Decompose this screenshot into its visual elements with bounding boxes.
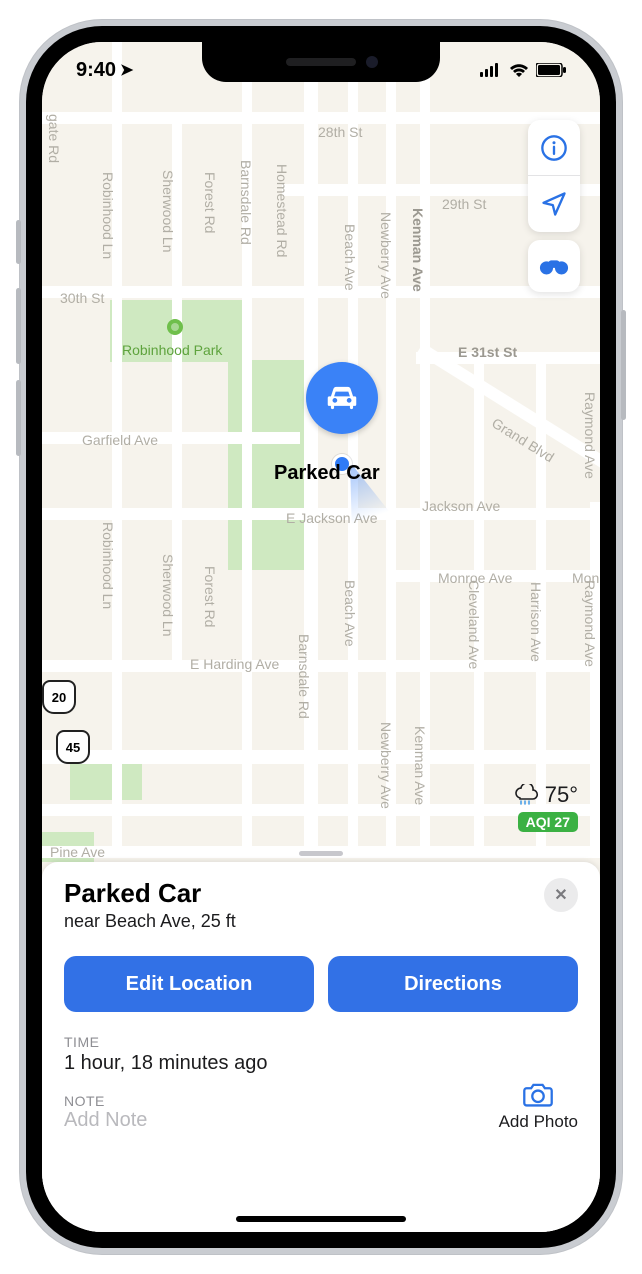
wifi-icon	[508, 62, 530, 78]
status-time: 9:40	[76, 59, 116, 82]
time-label: TIME	[64, 1034, 267, 1050]
sheet-title: Parked Car	[64, 878, 236, 909]
road	[42, 660, 600, 672]
add-photo-label: Add Photo	[499, 1112, 578, 1131]
notch	[202, 42, 440, 82]
map-tools	[528, 120, 580, 232]
street-label: Newberry Ave	[378, 722, 394, 809]
road	[304, 42, 318, 852]
street-label: Jackson Ave	[422, 498, 500, 514]
street-label: Pine Ave	[50, 844, 105, 860]
time-value: 1 hour, 18 minutes ago	[64, 1052, 267, 1075]
binoculars-icon	[539, 255, 569, 277]
street-label: 29th St	[442, 196, 486, 212]
location-services-icon: ➤	[120, 60, 133, 80]
street-label: gate Rd	[46, 114, 62, 163]
street-label: E Harding Ave	[190, 656, 279, 672]
street-label: 28th St	[318, 124, 362, 140]
street-label: Sherwood Ln	[160, 170, 176, 253]
location-arrow-icon	[540, 190, 568, 218]
street-label: Barnsdale Rd	[238, 160, 254, 245]
park-area	[70, 762, 142, 800]
street-label: Robinhood Ln	[100, 172, 116, 259]
route-shield: 45	[56, 730, 90, 764]
weather-temp: 75°	[545, 782, 578, 808]
street-label: Raymond Ave	[582, 580, 598, 667]
road	[42, 750, 600, 764]
phone-frame: 9:40 ➤	[20, 20, 622, 1254]
info-button[interactable]	[528, 120, 580, 176]
close-button[interactable]: ✕	[544, 878, 578, 912]
tree-icon	[166, 318, 184, 336]
road	[590, 502, 600, 852]
locate-me-button[interactable]	[528, 176, 580, 232]
parked-car-marker[interactable]	[306, 362, 378, 434]
street-label: E 31st St	[458, 344, 517, 360]
sheet-grabber[interactable]	[299, 851, 343, 856]
volume-down	[16, 380, 21, 456]
power-button	[621, 310, 626, 420]
street-label: Robinhood Ln	[100, 522, 116, 609]
park-label: Robinhood Park	[122, 342, 222, 358]
street-label: Forest Rd	[202, 566, 218, 627]
street-label: Homestead Rd	[274, 164, 290, 257]
info-icon	[540, 134, 568, 162]
screen: 9:40 ➤	[42, 42, 600, 1232]
street-label: Forest Rd	[202, 172, 218, 233]
street-label: Raymond Ave	[582, 392, 598, 479]
home-indicator[interactable]	[236, 1216, 406, 1222]
close-icon: ✕	[554, 885, 567, 905]
road	[348, 42, 358, 852]
front-camera	[366, 56, 378, 68]
street-label: Kenman Ave	[412, 726, 428, 805]
cloud-rain-icon	[513, 784, 539, 806]
add-note-field[interactable]: Add Note	[64, 1109, 267, 1132]
marker-label: Parked Car	[274, 462, 380, 485]
aqi-badge: AQI 27	[518, 812, 578, 832]
street-label: Beach Ave	[342, 224, 358, 291]
sheet-subtitle: near Beach Ave, 25 ft	[64, 911, 236, 932]
weather-widget[interactable]: 75° AQI 27	[513, 782, 578, 832]
street-label: Harrison Ave	[528, 582, 544, 662]
route-shield: 20	[42, 680, 76, 714]
look-around-button[interactable]	[528, 240, 580, 292]
directions-button[interactable]: Directions	[328, 956, 578, 1012]
bottom-sheet[interactable]: Parked Car near Beach Ave, 25 ft ✕ Edit …	[42, 862, 600, 1232]
street-label: Beach Ave	[342, 580, 358, 647]
camera-icon	[522, 1080, 554, 1108]
mute-switch	[16, 220, 21, 264]
street-label: Sherwood Ln	[160, 554, 176, 637]
street-label: Garfield Ave	[82, 432, 158, 448]
street-label: Barnsdale Rd	[296, 634, 312, 719]
volume-up	[16, 288, 21, 364]
battery-icon	[536, 63, 566, 77]
edit-location-button[interactable]: Edit Location	[64, 956, 314, 1012]
add-photo-button[interactable]: Add Photo	[499, 1080, 578, 1132]
street-label: Newberry Ave	[378, 212, 394, 299]
street-label: Kenman Ave	[410, 208, 426, 292]
road	[42, 286, 600, 298]
street-label: 30th St	[60, 290, 104, 306]
cellular-icon	[480, 63, 502, 77]
speaker	[286, 58, 356, 66]
road	[42, 432, 300, 444]
note-label: NOTE	[64, 1093, 267, 1109]
car-icon	[323, 379, 361, 417]
street-label: Cleveland Ave	[466, 580, 482, 669]
road	[42, 112, 600, 124]
